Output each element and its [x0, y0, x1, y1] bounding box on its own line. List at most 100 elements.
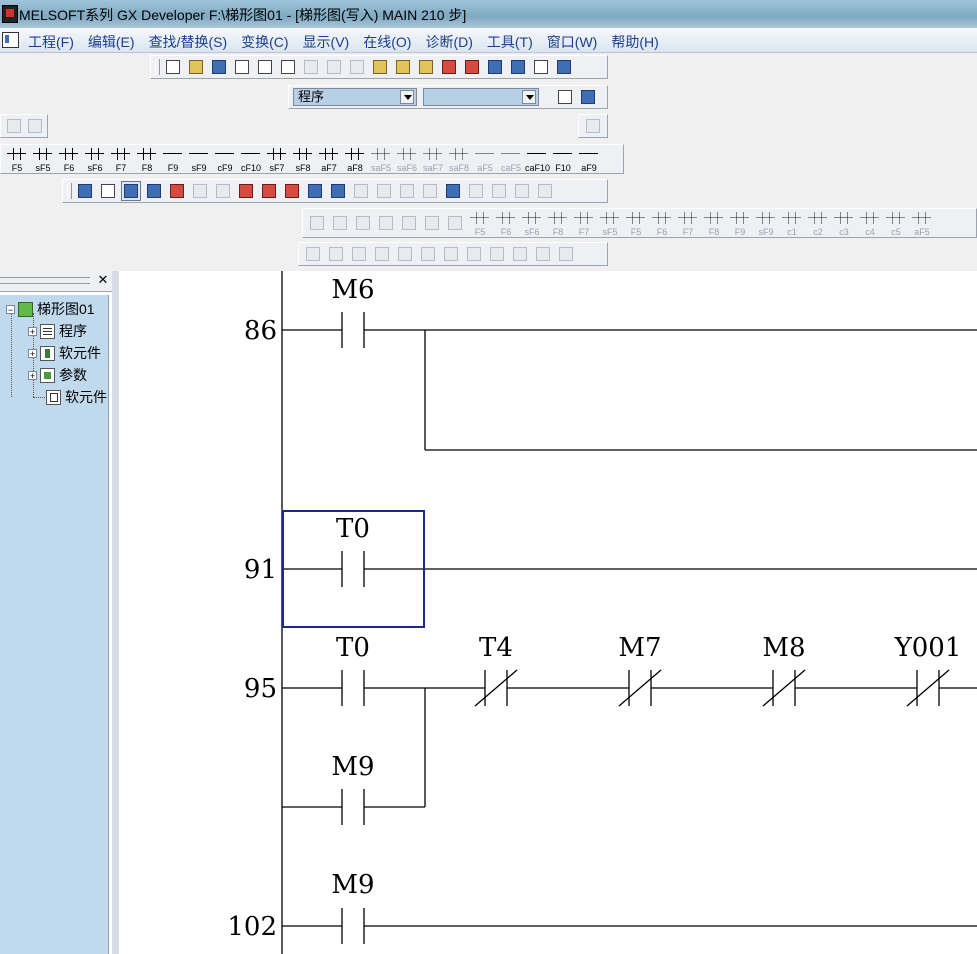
find-instruction-icon[interactable] — [393, 57, 413, 77]
write-mode-icon[interactable] — [121, 181, 141, 201]
tree-item-device-memory[interactable]: 软元件 — [46, 387, 107, 407]
ladder-editor[interactable]: 86 91 95 102 M6 T0 T0 T4 M7 M8 Y001 M9 M… — [112, 271, 977, 954]
operation-falling-key[interactable]: caF5 — [499, 145, 523, 173]
app-icon[interactable] — [2, 5, 18, 23]
panel-grip[interactable] — [0, 277, 90, 284]
step-jump-icon[interactable] — [376, 213, 396, 233]
sfc-end-step-key[interactable]: sF6 — [520, 209, 544, 237]
sfc-jump-key[interactable]: F8 — [546, 209, 570, 237]
sfc-branch-key[interactable]: F6 — [650, 209, 674, 237]
save-icon[interactable] — [209, 57, 229, 77]
chevron-down-icon[interactable] — [400, 90, 414, 104]
sfc-step-icon[interactable] — [445, 213, 465, 233]
rising-pulse-key[interactable]: sF7 — [265, 145, 289, 173]
rising-pulse-negation-key[interactable]: saF5 — [369, 145, 393, 173]
menu-convert[interactable]: 变换(C) — [241, 32, 288, 52]
vertical-line-key[interactable]: sF9 — [187, 145, 211, 173]
read-mode-icon[interactable] — [144, 181, 164, 201]
menu-diagnostics[interactable]: 诊断(D) — [425, 32, 472, 52]
sfc-c1-key[interactable]: c1 — [780, 209, 804, 237]
find-icon[interactable] — [303, 244, 323, 264]
panel-icon[interactable] — [535, 181, 555, 201]
sfc-error-icon[interactable] — [353, 213, 373, 233]
instruction-list-icon[interactable] — [98, 181, 118, 201]
no-contact-key[interactable]: F5 — [5, 145, 29, 173]
open-folder-icon[interactable] — [186, 57, 206, 77]
menu-find-replace[interactable]: 查找/替换(S) — [149, 32, 228, 52]
find-step-icon[interactable] — [416, 57, 436, 77]
zoom-in-icon[interactable] — [485, 57, 505, 77]
parallel-falling-negation-key[interactable]: saF8 — [447, 145, 471, 173]
monitor-write-icon[interactable] — [190, 181, 210, 201]
new-file-icon[interactable] — [163, 57, 183, 77]
plc-write-icon[interactable] — [439, 57, 459, 77]
sfc-c5-key[interactable]: c5 — [884, 209, 908, 237]
device-batch-icon[interactable] — [26, 116, 44, 136]
entry-monitor-icon[interactable] — [489, 181, 509, 201]
block-list-icon[interactable] — [399, 213, 419, 233]
falling-pulse-negation-key[interactable]: saF6 — [395, 145, 419, 173]
chevron-down-icon[interactable] — [522, 90, 536, 104]
monitor-zoom-icon[interactable] — [554, 57, 574, 77]
print-icon[interactable] — [232, 57, 252, 77]
find-device-icon[interactable] — [370, 57, 390, 77]
find-next-icon[interactable] — [326, 244, 346, 264]
line-input-key[interactable]: F10 — [551, 145, 575, 173]
delete-vertical-key[interactable]: cF10 — [239, 145, 263, 173]
tree-icon[interactable] — [578, 87, 598, 107]
sfc-selection-key[interactable]: sF5 — [598, 209, 622, 237]
expand-icon[interactable]: + — [28, 326, 37, 336]
sfc-line-key[interactable]: F9 — [728, 209, 752, 237]
operation-rising-key[interactable]: aF5 — [473, 145, 497, 173]
sfc-af5-key[interactable]: aF5 — [910, 209, 934, 237]
ladder-diagram[interactable]: 86 91 95 102 M6 T0 T0 T4 M7 M8 Y001 M9 M… — [119, 271, 977, 954]
sfc-vline-key[interactable]: sF9 — [754, 209, 778, 237]
expand-icon[interactable]: + — [28, 370, 37, 380]
find-prev-icon[interactable] — [349, 244, 369, 264]
sfc-merge-key[interactable]: F7 — [676, 209, 700, 237]
device-test-icon[interactable] — [443, 181, 463, 201]
data-name-select[interactable] — [423, 88, 539, 106]
sfc-block-start-key[interactable]: F6 — [494, 209, 518, 237]
doc-list-icon[interactable] — [533, 244, 553, 264]
menu-help[interactable]: 帮助(H) — [611, 32, 658, 52]
falling-pulse-key[interactable]: sF8 — [291, 145, 315, 173]
step-select-icon[interactable] — [351, 181, 371, 201]
sfc-c2-key[interactable]: c2 — [806, 209, 830, 237]
sfc-parallel-key[interactable]: F5 — [624, 209, 648, 237]
sfc-icon[interactable] — [307, 213, 327, 233]
sfc-join-key[interactable]: F8 — [702, 209, 726, 237]
delete-horizontal-key[interactable]: cF9 — [213, 145, 237, 173]
sfc-all-icon[interactable] — [422, 213, 442, 233]
parallel-nc-contact-key[interactable]: sF6 — [83, 145, 107, 173]
document-icon[interactable] — [2, 32, 19, 48]
macro-icon[interactable] — [374, 181, 394, 201]
coil-key[interactable]: F7 — [109, 145, 133, 173]
horizontal-line-key[interactable]: F9 — [161, 145, 185, 173]
redo-icon[interactable] — [347, 57, 367, 77]
menu-online[interactable]: 在线(O) — [363, 32, 411, 52]
toolbar-grip[interactable] — [67, 183, 72, 199]
buffer-monitor-icon[interactable] — [512, 181, 532, 201]
batch-convert-icon[interactable] — [213, 181, 233, 201]
menu-view[interactable]: 显示(V) — [303, 32, 350, 52]
device-display-icon[interactable] — [305, 181, 325, 201]
tree-item-parameter[interactable]: + 参数 — [28, 365, 87, 385]
coil-list-icon[interactable] — [487, 244, 507, 264]
parallel-no-contact-key[interactable]: sF5 — [31, 145, 55, 173]
application-instruction-key[interactable]: F8 — [135, 145, 159, 173]
replace-icon[interactable] — [395, 244, 415, 264]
plc-read-icon[interactable] — [462, 57, 482, 77]
menu-tools[interactable]: 工具(T) — [487, 32, 533, 52]
sfc-transition-key[interactable]: F7 — [572, 209, 596, 237]
toolbar-grip[interactable] — [155, 59, 160, 75]
monitor-icon[interactable] — [531, 57, 551, 77]
sfc-block-icon[interactable] — [330, 213, 350, 233]
program-check-icon[interactable] — [328, 181, 348, 201]
statement-edit-icon[interactable] — [259, 181, 279, 201]
inverted-operation-key[interactable]: caF10 — [525, 145, 550, 173]
menu-project[interactable]: 工程(F) — [28, 32, 74, 52]
insert-icon[interactable] — [372, 244, 392, 264]
collapse-icon[interactable] — [420, 181, 440, 201]
parallel-rising-negation-key[interactable]: saF7 — [421, 145, 445, 173]
